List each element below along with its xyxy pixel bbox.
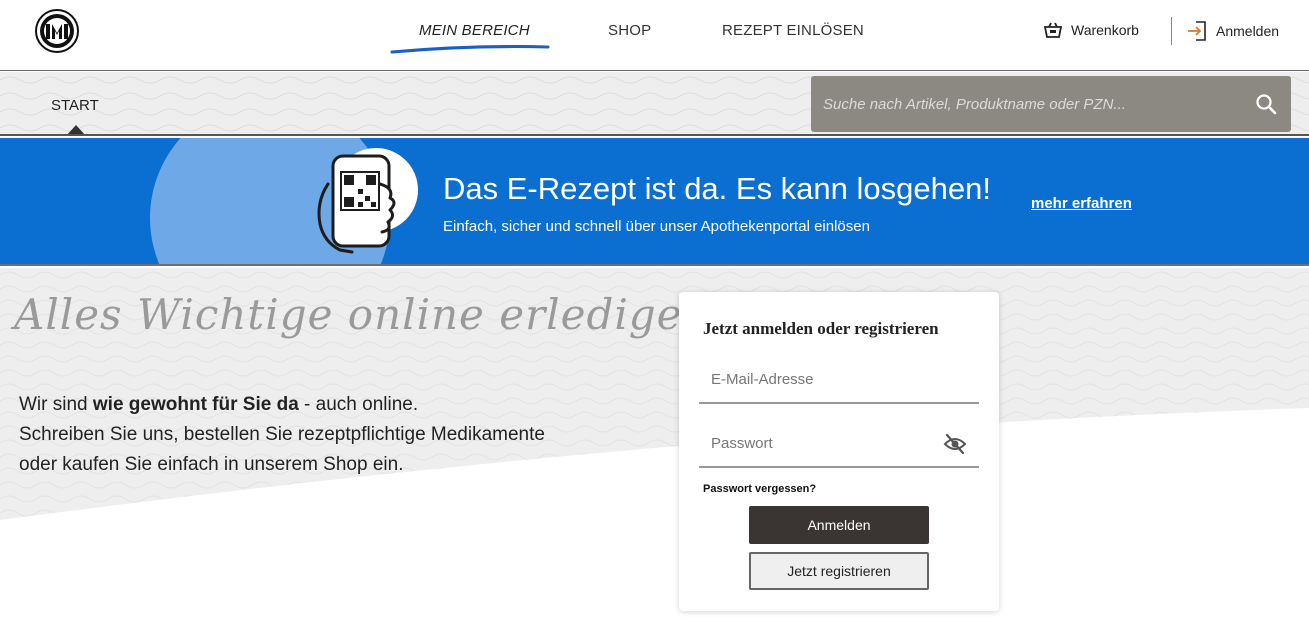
login-button[interactable]: Anmelden	[749, 506, 929, 544]
main-content: Alles Wichtige online erledigen! Wir sin…	[0, 268, 1309, 640]
intro-text: Wir sind wie gewohnt für Sie da - auch o…	[19, 390, 545, 480]
nav-active-underline	[390, 45, 550, 54]
basket-icon	[1043, 22, 1063, 38]
headline: Alles Wichtige online erledigen!	[14, 290, 729, 339]
header: MEIN BEREICH SHOP REZEPT EINLÖSEN Warenk…	[0, 0, 1309, 71]
forgot-password-link[interactable]: Passwort vergessen?	[703, 483, 816, 495]
phone-qr-code-icon	[317, 148, 418, 254]
login-link-label: Anmelden	[1216, 23, 1280, 39]
banner-more-link[interactable]: mehr erfahren	[1031, 195, 1132, 212]
password-field	[699, 420, 979, 468]
intro-line-1: Wir sind wie gewohnt für Sie da - auch o…	[19, 394, 419, 415]
pharmacy-seal-logo[interactable]	[35, 9, 79, 53]
eye-off-icon[interactable]	[943, 433, 967, 455]
nav-mein-bereich[interactable]: MEIN BEREICH	[419, 22, 530, 39]
nav-rezept-einloesen[interactable]: REZEPT EINLÖSEN	[722, 22, 864, 39]
intro-line-2: Schreiben Sie uns, bestellen Sie rezeptp…	[19, 424, 545, 445]
password-input[interactable]	[699, 420, 979, 466]
cart-button[interactable]: Warenkorb	[1043, 20, 1139, 40]
banner-title: Das E-Rezept ist da. Es kann losgehen!	[443, 171, 991, 206]
nav-shop[interactable]: SHOP	[608, 22, 651, 39]
tab-start[interactable]: START	[51, 97, 99, 114]
subnav-bar: START	[0, 72, 1309, 136]
register-button[interactable]: Jetzt registrieren	[749, 552, 929, 590]
active-tab-caret	[66, 125, 86, 134]
sign-in-icon	[1188, 21, 1206, 41]
cart-label: Warenkorb	[1071, 22, 1139, 38]
login-card: Jetzt anmelden oder registrieren Passwor…	[679, 292, 999, 611]
header-divider	[1171, 17, 1172, 45]
search-bar	[811, 76, 1291, 132]
search-input[interactable]	[811, 76, 1231, 132]
login-card-title: Jetzt anmelden oder registrieren	[703, 319, 939, 338]
login-link[interactable]: Anmelden	[1186, 20, 1279, 42]
page: MEIN BEREICH SHOP REZEPT EINLÖSEN Warenk…	[0, 0, 1309, 640]
search-icon[interactable]	[1255, 93, 1277, 115]
e-rezept-banner: Das E-Rezept ist da. Es kann losgehen! E…	[0, 138, 1309, 266]
intro-line-3: oder kaufen Sie einfach in unserem Shop …	[19, 454, 404, 475]
banner-subtitle: Einfach, sicher und schnell über unser A…	[443, 218, 870, 235]
email-field	[699, 356, 979, 404]
email-input[interactable]	[699, 356, 979, 402]
